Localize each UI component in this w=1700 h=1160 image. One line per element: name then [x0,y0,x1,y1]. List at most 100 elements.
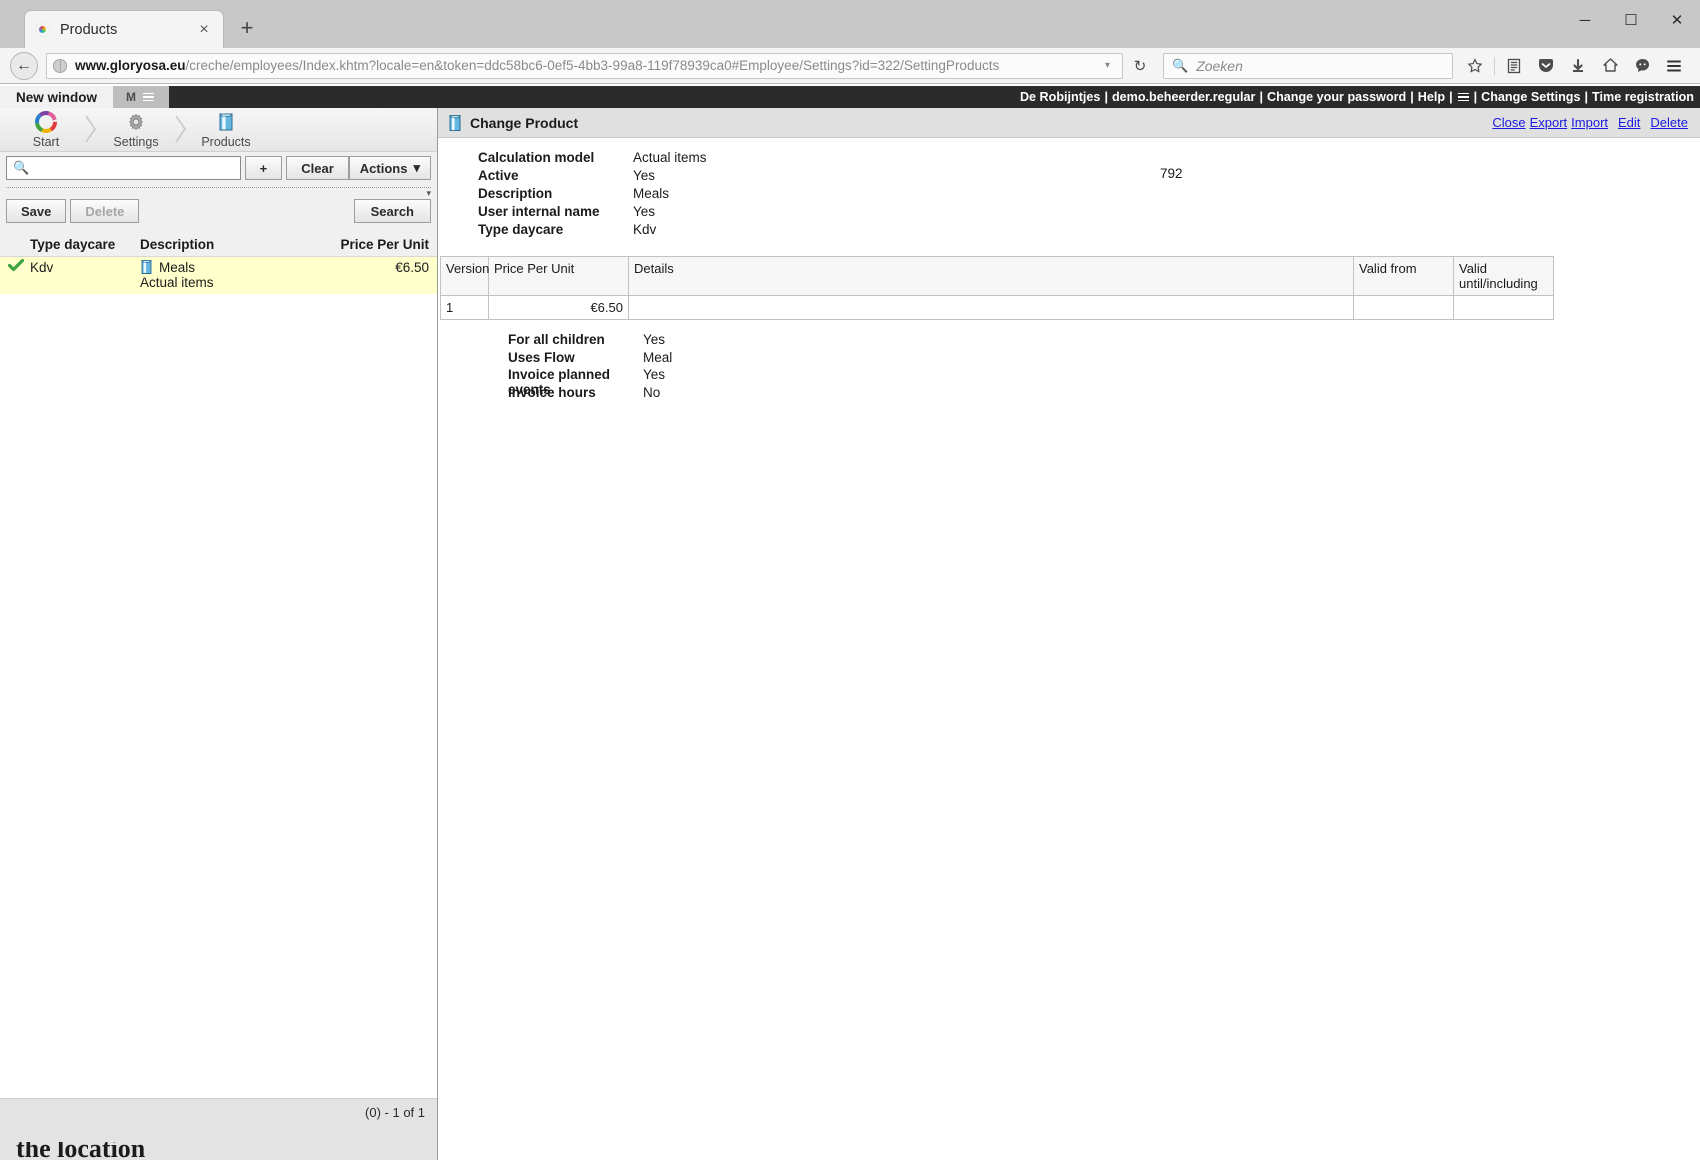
field-label-user-internal-name: User internal name [478,204,600,219]
field-value-user-internal-name: Yes [633,204,656,219]
detail-panel: Change Product Close Export Import Edit … [438,108,1700,1160]
separator: | [1449,90,1453,104]
separator: | [1473,90,1478,104]
chevron-down-icon[interactable]: ▾ [426,188,431,199]
list-item-subdescription: Actual items [140,275,214,290]
separator: | [1104,90,1108,104]
breadcrumb-item-products[interactable]: Products [188,108,264,149]
close-link[interactable]: Close [1490,115,1527,130]
close-window-button[interactable]: ✕ [1654,0,1700,40]
browser-search-bar[interactable]: 🔍 Zoeken [1163,52,1453,79]
back-button[interactable]: ← [10,51,38,80]
column-valid-until: Valid until/including [1453,256,1554,296]
search-placeholder: Zoeken [1196,57,1243,74]
browser-window: Products × + ─ ☐ ✕ ← www.gloryosa.eu/cre… [0,0,1700,1160]
m-tab[interactable]: M [114,86,169,108]
breadcrumb-label: Settings [113,135,159,149]
cell-valid-until [1453,295,1554,320]
field-label-for-all-children: For all children [508,332,605,347]
new-window-button[interactable]: New window [0,86,114,108]
field-value-invoice-planned-events: Yes [643,367,666,382]
column-version: Version [440,256,489,296]
window-controls: ─ ☐ ✕ [1562,0,1700,40]
field-row: Uses Flow Meal [438,350,1700,368]
hamburger-icon[interactable] [1455,92,1472,102]
app-body: Start Settings Products 🔍 + Clear Action… [0,108,1700,1160]
field-value-description: Meals [633,186,670,201]
separator: | [1410,90,1414,104]
field-value-invoice-hours: No [643,384,661,400]
field-row: Description Meals [438,186,1700,204]
search-button[interactable]: Search [353,199,431,223]
sync-avatar-icon[interactable] [1626,52,1658,80]
clear-button[interactable]: Clear [286,156,349,180]
bookmark-star-icon[interactable] [1459,52,1491,80]
list-item[interactable]: Kdv Meals €6.50 Actual items [0,257,437,294]
address-bar[interactable]: www.gloryosa.eu/creche/employees/Index.k… [46,52,1123,79]
library-icon[interactable] [1498,52,1530,80]
product-box-icon [188,110,264,134]
edit-link[interactable]: Edit [1616,115,1642,130]
save-button[interactable]: Save [6,199,67,223]
browser-titlebar: Products × + ─ ☐ ✕ [0,0,1700,48]
save-delete-row: Save Delete Search [0,199,437,223]
home-icon[interactable] [1594,52,1626,80]
version-table-header-row: Version Price Per Unit Details Valid fro… [440,256,1554,296]
actions-button[interactable]: Actions ▾ [348,156,431,180]
search-input-wrapper[interactable]: 🔍 [6,156,241,180]
column-details: Details [628,256,1354,296]
breadcrumb: Start Settings Products [0,108,437,152]
downloads-icon[interactable] [1562,52,1594,80]
list-item-description: Meals [159,259,196,275]
browser-navbar: ← www.gloryosa.eu/creche/employees/Index… [0,48,1700,84]
breadcrumb-item-start[interactable]: Start [8,108,84,149]
search-input[interactable] [29,159,240,177]
list-item-description-cell: Meals [140,259,334,275]
import-link[interactable]: Import [1569,115,1610,130]
column-price-per-unit[interactable]: Price Per Unit [334,237,429,252]
menu-hamburger-icon[interactable] [1658,52,1690,80]
table-row[interactable]: 1 €6.50 [440,295,1554,320]
actions-label: Actions [359,160,408,176]
green-check-icon[interactable] [7,258,30,275]
product-box-icon [448,114,462,132]
field-label-type-daycare: Type daycare [478,222,564,237]
maximize-button[interactable]: ☐ [1608,0,1654,40]
reload-icon[interactable]: ↻ [1127,53,1153,79]
breadcrumb-label: Products [201,135,251,149]
cell-valid-from [1353,295,1454,320]
column-type-daycare[interactable]: Type daycare [30,237,140,252]
search-icon: 🔍 [13,160,30,175]
globe-icon [53,58,67,73]
help-link[interactable]: Help [1416,90,1447,104]
time-registration-link[interactable]: Time registration [1590,90,1696,104]
cell-details [628,295,1354,320]
breadcrumb-item-settings[interactable]: Settings [98,108,174,149]
close-icon[interactable]: × [195,21,213,39]
chevron-right-icon [84,108,98,144]
minimize-button[interactable]: ─ [1562,0,1608,40]
field-row: For all children Yes [438,332,1700,350]
column-description[interactable]: Description [140,237,334,252]
product-box-icon [140,259,153,275]
browser-toolbar-icons [1459,52,1690,80]
field-row: Type daycare Kdv [438,222,1700,240]
export-link[interactable]: Export [1528,115,1570,130]
browser-tab-products[interactable]: Products × [24,10,224,48]
panel-divider: ▾ [6,187,431,199]
left-panel: Start Settings Products 🔍 + Clear Action… [0,108,438,1160]
list-icon [140,92,157,102]
field-label-uses-flow: Uses Flow [508,349,575,365]
change-password-link[interactable]: Change your password [1265,90,1408,104]
version-table: Version Price Per Unit Details Valid fro… [440,256,1554,320]
delete-link[interactable]: Delete [1648,115,1690,130]
field-row: Calculation model Actual items [438,150,1700,168]
column-valid-from: Valid from [1353,256,1454,296]
field-label-calculation-model: Calculation model [478,150,595,165]
new-tab-button[interactable]: + [230,11,264,45]
version-detail-fields: For all children Yes Uses Flow Meal Invo… [438,332,1700,402]
pocket-icon[interactable] [1530,52,1562,80]
add-button[interactable]: + [244,156,283,180]
change-settings-link[interactable]: Change Settings [1479,90,1582,104]
chevron-down-icon[interactable]: ▾ [1099,60,1116,71]
